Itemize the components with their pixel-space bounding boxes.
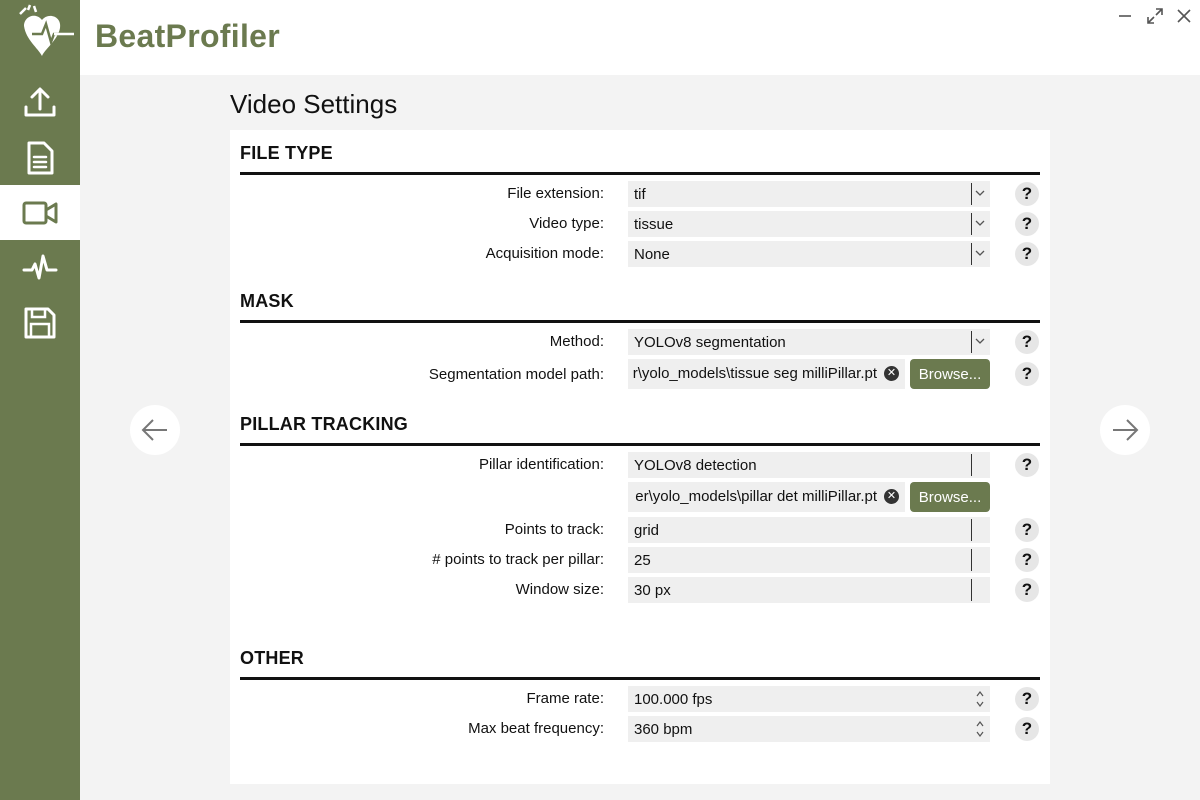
arrow-left-icon (141, 419, 167, 441)
spin-arrows-icon[interactable] (975, 689, 985, 709)
window-size-label: Window size: (515, 581, 604, 598)
video-type-label: Video type: (529, 215, 604, 232)
acquisition-mode-value: None (634, 245, 670, 263)
help-button[interactable]: ? (1015, 548, 1039, 572)
browse-pillar-model-button[interactable]: Browse... (910, 482, 990, 512)
max-beat-frequency-value: 360 bpm (634, 720, 693, 738)
file-extension-value: tif (634, 185, 646, 203)
sidebar-item-analysis[interactable] (0, 240, 80, 295)
points-to-track-value: grid (634, 521, 660, 539)
points-per-pillar-value: 25 (634, 551, 651, 569)
points-per-pillar-input[interactable]: 25 (628, 547, 990, 573)
spin-arrows-icon[interactable] (975, 719, 985, 739)
file-extension-select[interactable]: tif (628, 181, 990, 207)
chevron-down-icon (975, 250, 985, 256)
points-to-track-label: Points to track: (504, 521, 604, 538)
video-camera-icon (22, 201, 58, 224)
max-beat-frequency-spinbox[interactable]: 360 bpm (628, 716, 990, 742)
section-divider (240, 443, 1040, 446)
section-divider (240, 320, 1040, 323)
heartbeat-icon (22, 254, 58, 279)
document-icon (27, 141, 54, 174)
browse-segmentation-model-button[interactable]: Browse... (910, 359, 990, 389)
window-size-input[interactable]: 30 px (628, 577, 990, 603)
pillar-identification-value: YOLOv8 detection (634, 456, 757, 474)
pillar-identification-label: Pillar identification: (478, 456, 604, 473)
save-icon (24, 307, 56, 338)
acquisition-mode-label: Acquisition mode: (485, 245, 604, 262)
maximize-icon (1147, 8, 1163, 24)
mask-method-label: Method: (549, 333, 604, 350)
clear-icon[interactable]: ✕ (884, 366, 899, 381)
clear-icon[interactable]: ✕ (884, 489, 899, 504)
pillar-model-path-value: er\yolo_models\pillar det milliPillar.pt (635, 488, 877, 505)
file-extension-label: File extension: (507, 185, 604, 202)
sidebar-item-document[interactable] (0, 130, 80, 185)
help-button[interactable]: ? (1015, 687, 1039, 711)
chevron-down-icon (975, 220, 985, 226)
segmentation-model-path-label: Segmentation model path: (428, 366, 604, 383)
chevron-down-icon (975, 190, 985, 196)
app-logo-icon (14, 4, 76, 62)
upload-icon (24, 87, 56, 116)
sidebar (0, 0, 80, 800)
section-title-other: OTHER (240, 648, 304, 668)
sidebar-item-video[interactable] (0, 185, 80, 240)
section-title-pillar-tracking: PILLAR TRACKING (240, 414, 408, 434)
close-icon (1177, 9, 1191, 23)
close-button[interactable] (1173, 6, 1195, 26)
help-button[interactable]: ? (1015, 330, 1039, 354)
help-button[interactable]: ? (1015, 578, 1039, 602)
points-to-track-select[interactable]: grid (628, 517, 990, 543)
mask-method-value: YOLOv8 segmentation (634, 333, 786, 351)
minimize-button[interactable] (1114, 6, 1136, 26)
frame-rate-value: 100.000 fps (634, 690, 713, 708)
arrow-right-icon (1113, 419, 1139, 441)
next-page-button[interactable] (1100, 405, 1150, 455)
chevron-down-icon (975, 338, 985, 344)
previous-page-button[interactable] (130, 405, 180, 455)
page-title: Video Settings (230, 89, 398, 119)
maximize-button[interactable] (1144, 6, 1166, 26)
section-title-file-type: FILE TYPE (240, 143, 333, 163)
acquisition-mode-select[interactable]: None (628, 241, 990, 267)
segmentation-model-path-input[interactable]: r\yolo_models\tissue seg milliPillar.pt … (628, 359, 905, 389)
sidebar-item-upload[interactable] (0, 75, 80, 130)
minimize-icon (1119, 15, 1131, 17)
window-size-value: 30 px (634, 581, 671, 599)
help-button[interactable]: ? (1015, 717, 1039, 741)
help-button[interactable]: ? (1015, 242, 1039, 266)
pillar-identification-select[interactable]: YOLOv8 detection (628, 452, 990, 478)
frame-rate-spinbox[interactable]: 100.000 fps (628, 686, 990, 712)
app-title: BeatProfiler (95, 18, 280, 54)
sidebar-item-save[interactable] (0, 295, 80, 350)
max-beat-frequency-label: Max beat frequency: (468, 720, 604, 737)
mask-method-select[interactable]: YOLOv8 segmentation (628, 329, 990, 355)
section-divider (240, 677, 1040, 680)
help-button[interactable]: ? (1015, 362, 1039, 386)
video-type-value: tissue (634, 215, 674, 233)
section-divider (240, 172, 1040, 175)
settings-panel: FILE TYPE File extension: tif ? Video ty… (230, 130, 1050, 784)
header: BeatProfiler (80, 0, 1200, 75)
video-type-select[interactable]: tissue (628, 211, 990, 237)
help-button[interactable]: ? (1015, 453, 1039, 477)
help-button[interactable]: ? (1015, 182, 1039, 206)
pillar-model-path-input[interactable]: er\yolo_models\pillar det milliPillar.pt… (628, 482, 905, 512)
help-button[interactable]: ? (1015, 518, 1039, 542)
help-button[interactable]: ? (1015, 212, 1039, 236)
segmentation-model-path-value: r\yolo_models\tissue seg milliPillar.pt (632, 365, 877, 382)
points-per-pillar-label: # points to track per pillar: (432, 551, 604, 568)
frame-rate-label: Frame rate: (526, 690, 604, 707)
section-title-mask: MASK (240, 291, 294, 311)
